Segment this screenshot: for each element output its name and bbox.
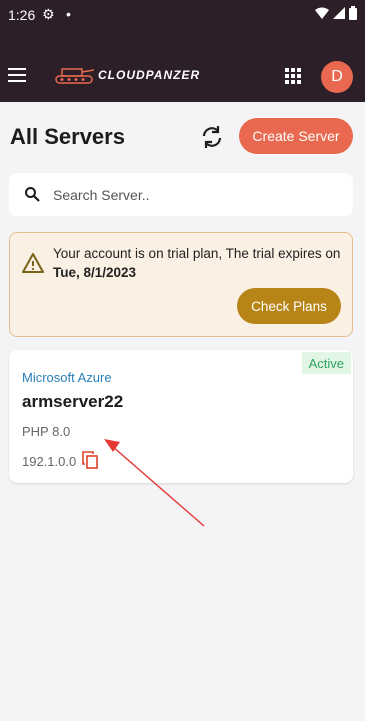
notification-dot-icon: • — [66, 6, 71, 22]
server-name: armserver22 — [22, 392, 124, 411]
menu-icon[interactable] — [8, 68, 26, 82]
trial-expiry-date: Tue, 8/1/2023 — [53, 265, 137, 280]
signal-icon — [333, 7, 345, 19]
status-badge: Active — [301, 352, 351, 374]
check-plans-button[interactable]: Check Plans — [237, 288, 341, 324]
create-server-button[interactable]: Create Server — [239, 118, 353, 154]
refresh-icon[interactable] — [199, 124, 225, 150]
status-bar: 1:26 ⚙ • — [0, 0, 365, 30]
apps-grid-icon[interactable] — [285, 68, 301, 84]
copy-icon[interactable] — [82, 451, 98, 469]
warning-icon — [22, 253, 44, 273]
trial-message-text: Your account is on trial plan, The trial… — [53, 246, 341, 261]
trial-message: Your account is on trial plan, The trial… — [53, 244, 343, 282]
server-ip: 192.1.0.0 — [22, 454, 77, 469]
avatar[interactable]: D — [321, 61, 353, 93]
server-php-version: PHP 8.0 — [22, 424, 71, 439]
app-bar: CLOUDPANZER D — [0, 30, 365, 102]
search-icon — [25, 187, 40, 202]
status-icons — [315, 6, 357, 20]
search-input[interactable] — [53, 183, 333, 207]
battery-icon — [349, 6, 357, 20]
tank-logo-icon — [55, 68, 95, 84]
search-bar — [9, 173, 353, 216]
app-logo: CLOUDPANZER — [52, 64, 200, 86]
page-title: All Servers — [10, 124, 125, 149]
server-card[interactable]: Active Microsoft Azure armserver22 PHP 8… — [9, 350, 353, 483]
server-provider: Microsoft Azure — [22, 370, 112, 385]
status-time: 1:26 — [8, 7, 36, 23]
wifi-icon — [315, 7, 329, 19]
logo-text: CLOUDPANZER — [98, 68, 201, 82]
settings-icon: ⚙ — [42, 6, 55, 22]
trial-notice: Your account is on trial plan, The trial… — [9, 232, 353, 337]
